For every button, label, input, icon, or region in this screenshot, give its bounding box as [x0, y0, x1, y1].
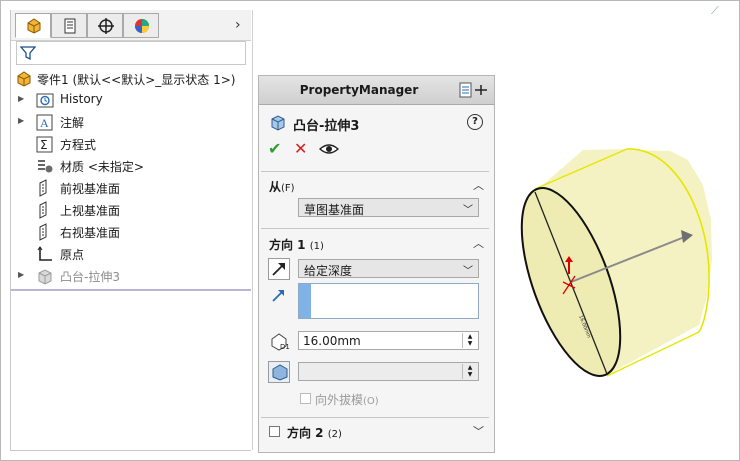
boss-extrude-icon: [271, 115, 285, 131]
cancel-button[interactable]: ✕: [294, 140, 307, 158]
depth-input[interactable]: 16.00mm ▲ ▼: [298, 331, 479, 350]
draft-outward-checkbox[interactable]: [300, 393, 311, 404]
tree-item-label: 原点: [60, 248, 85, 262]
svg-text:Σ: Σ: [40, 138, 48, 152]
property-manager-title: PropertyManager: [299, 83, 419, 97]
svg-text:D1: D1: [280, 343, 290, 351]
depth-spinner[interactable]: ▲ ▼: [462, 333, 477, 348]
divider: [261, 228, 489, 229]
selection-focus-bar: [299, 284, 311, 318]
divider: [261, 171, 489, 172]
reverse-direction-button[interactable]: [268, 258, 290, 280]
material-icon: [38, 160, 53, 173]
chevron-down-icon: ﹀: [463, 266, 473, 277]
direction2-checkbox[interactable]: [269, 426, 280, 437]
draft-angle-spinner[interactable]: ▲ ▼: [462, 364, 477, 379]
direction2-group-title[interactable]: 方向 2 (2): [287, 424, 342, 441]
tree-item-label: 凸台-拉伸3: [60, 270, 120, 284]
origin-icon: [37, 246, 52, 261]
from-start-condition-select[interactable]: 草图基准面 ﹀: [298, 198, 479, 217]
tree-item-label: 方程式: [60, 138, 97, 152]
depth-icon: D1: [271, 333, 290, 351]
plane-icon: [39, 223, 47, 241]
tree-item-label: 上视基准面: [60, 204, 121, 218]
preview-eye-icon[interactable]: [319, 142, 339, 156]
direction1-group-title[interactable]: 方向 1 (1): [269, 236, 324, 253]
filter-icon: [20, 46, 36, 61]
rollback-bar[interactable]: [11, 289, 251, 291]
expand-arrow-icon[interactable]: ▶: [18, 94, 24, 103]
extrude-icon: [38, 269, 52, 285]
chevron-down-icon: ﹀: [463, 205, 473, 216]
expand-arrow-icon[interactable]: ▶: [18, 116, 24, 125]
part-icon: [17, 71, 31, 87]
tree-root-label: 零件1 (默认<<默认>_显示状态 1>): [37, 73, 236, 87]
direction-selection-box[interactable]: [298, 283, 479, 319]
chevron-up-icon[interactable]: ︿: [473, 177, 484, 193]
tab-property-manager[interactable]: [51, 13, 87, 38]
from-group-title[interactable]: 从(F): [269, 178, 295, 195]
tree-item-label: 注解: [60, 116, 85, 130]
manager-tabbar: ›: [11, 10, 251, 41]
tree-item-label: 右视基准面: [60, 226, 121, 240]
tab-featuremanager[interactable]: [15, 13, 51, 38]
draft-outward-label: 向外拔模(O): [315, 393, 379, 407]
tree-item-label: 材质 <未指定>: [60, 160, 144, 174]
tree-item-label: History: [60, 92, 103, 106]
more-tabs-chevron[interactable]: ›: [235, 17, 241, 33]
property-list-icon: [64, 18, 76, 34]
part-icon: [27, 18, 41, 34]
chevron-up-icon[interactable]: ︿: [473, 235, 484, 251]
expand-arrow-icon[interactable]: ▶: [18, 270, 24, 279]
draft-toggle-button[interactable]: [268, 361, 290, 383]
tab-appearance-manager[interactable]: [123, 13, 159, 38]
pin-icon[interactable]: [459, 82, 489, 98]
reverse-direction-icon: [272, 263, 285, 276]
draft-icon: [272, 364, 288, 381]
appearance-icon: [135, 19, 149, 33]
draft-angle-input[interactable]: ▲ ▼: [298, 362, 479, 381]
tab-configuration-manager[interactable]: [87, 13, 123, 38]
end-condition-select[interactable]: 给定深度 ﹀: [298, 259, 479, 278]
history-icon: [36, 93, 54, 108]
feature-name: 凸台-拉伸3: [293, 119, 360, 134]
crosshair-icon: [98, 18, 114, 34]
divider: [261, 417, 489, 418]
tree-filter[interactable]: [16, 41, 246, 65]
property-manager-panel: PropertyManager 凸台-拉伸3 ? ✔ ✕ 从(F) ︿ 草图基准…: [258, 75, 495, 453]
ok-button[interactable]: ✔: [268, 140, 281, 158]
direction-vector-icon: [272, 290, 284, 302]
plane-icon: [39, 179, 47, 197]
plane-icon: [39, 201, 47, 219]
viewport-corner-icon: ⟋: [711, 4, 719, 17]
help-icon[interactable]: ?: [467, 114, 483, 130]
svg-text:A: A: [40, 116, 49, 130]
property-manager-header: PropertyManager: [259, 76, 494, 105]
annotations-icon: A: [36, 114, 53, 131]
tree-item-label: 前视基准面: [60, 182, 121, 196]
featuremanager-panel: › 零件1 (默认<<默认>_显示状态 1>) ▶ History ▶ A 注解…: [10, 10, 251, 451]
chevron-down-icon[interactable]: ﹀: [473, 423, 484, 439]
equations-icon: Σ: [36, 136, 53, 153]
